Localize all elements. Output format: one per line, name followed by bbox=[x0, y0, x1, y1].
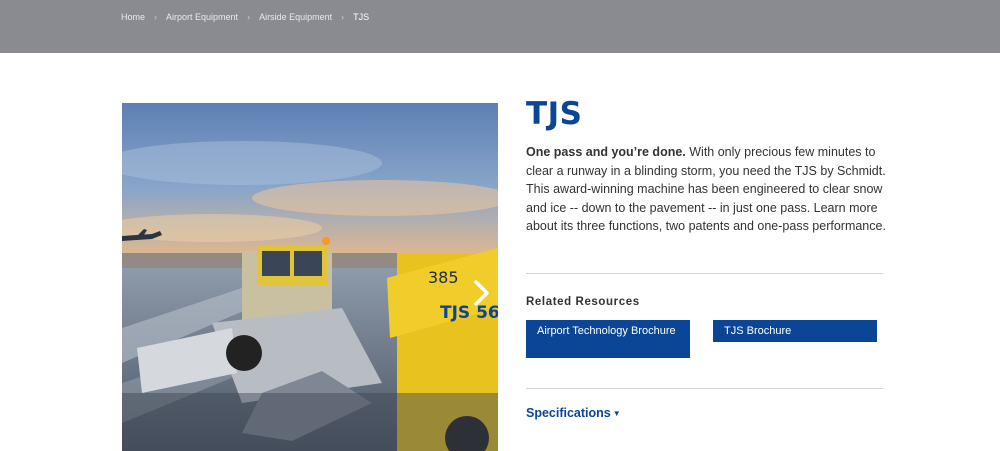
truck-number: 385 bbox=[428, 268, 459, 287]
page-title: TJS bbox=[526, 96, 583, 132]
breadcrumb-separator-icon: › bbox=[247, 12, 251, 22]
breadcrumb-current: TJS bbox=[353, 12, 370, 22]
product-image-gallery: 385 TJS 560 bbox=[122, 103, 498, 451]
header-bar: Home › Airport Equipment › Airside Equip… bbox=[0, 0, 1000, 53]
product-photo: 385 TJS 560 bbox=[122, 103, 498, 451]
product-description: One pass and you’re done. With only prec… bbox=[526, 143, 888, 236]
breadcrumb-separator-icon: › bbox=[341, 12, 345, 22]
related-resources-heading: Related Resources bbox=[526, 296, 640, 308]
gallery-next-button[interactable] bbox=[470, 278, 494, 308]
breadcrumb: Home › Airport Equipment › Airside Equip… bbox=[121, 12, 369, 22]
product-lead: One pass and you’re done. bbox=[526, 145, 686, 159]
breadcrumb-airside-equipment[interactable]: Airside Equipment bbox=[259, 12, 332, 22]
divider bbox=[526, 273, 883, 274]
tjs-brochure-button[interactable]: TJS Brochure bbox=[713, 320, 877, 342]
specifications-label: Specifications bbox=[526, 406, 611, 420]
breadcrumb-airport-equipment[interactable]: Airport Equipment bbox=[166, 12, 238, 22]
specifications-toggle[interactable]: Specifications ▼ bbox=[526, 406, 621, 420]
divider bbox=[526, 388, 883, 389]
chevron-right-icon bbox=[474, 280, 489, 306]
caret-down-icon: ▼ bbox=[612, 409, 621, 418]
airport-technology-brochure-button[interactable]: Airport Technology Brochure bbox=[526, 320, 690, 358]
breadcrumb-home[interactable]: Home bbox=[121, 12, 145, 22]
breadcrumb-separator-icon: › bbox=[154, 12, 158, 22]
